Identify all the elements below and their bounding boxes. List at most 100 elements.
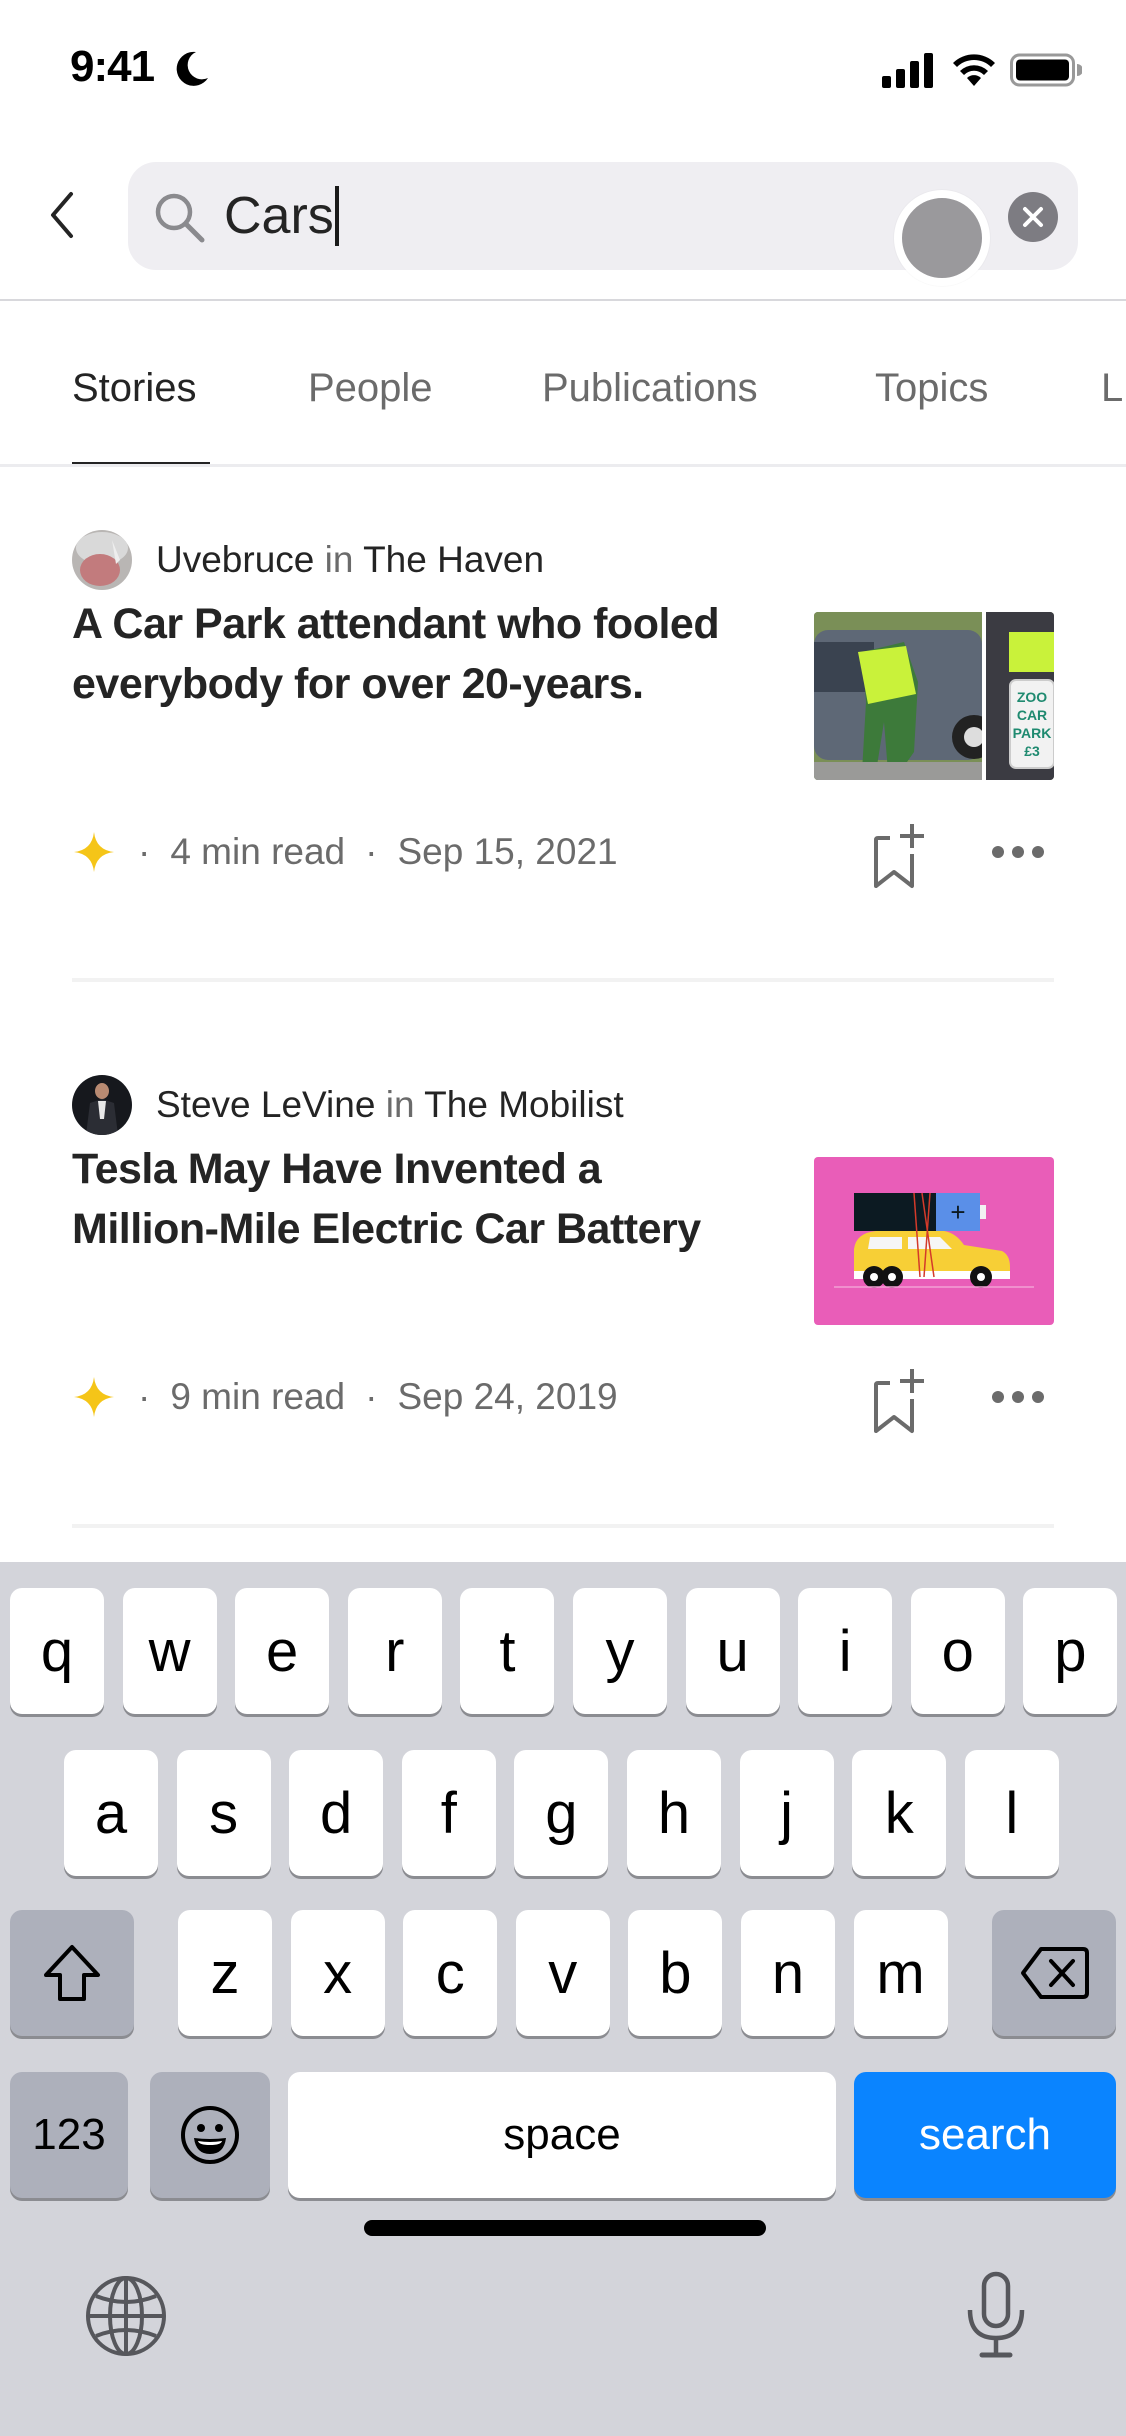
- text-caret: [334, 186, 339, 247]
- key-x[interactable]: x: [290, 1910, 385, 2036]
- back-button[interactable]: [40, 180, 84, 250]
- delete-key[interactable]: [992, 1910, 1116, 2036]
- key-i[interactable]: i: [798, 1588, 893, 1714]
- key-j[interactable]: j: [739, 1750, 834, 1876]
- key-t[interactable]: t: [460, 1588, 555, 1714]
- key-s[interactable]: s: [176, 1750, 271, 1876]
- space-key[interactable]: space: [288, 2072, 836, 2198]
- home-indicator: [364, 2220, 766, 2236]
- magnifier-icon: [155, 193, 205, 243]
- key-r[interactable]: r: [347, 1588, 442, 1714]
- key-g[interactable]: g: [514, 1750, 609, 1876]
- clear-x-icon: [1023, 207, 1043, 227]
- story-title[interactable]: Tesla May Have Invented a Million-Mile E…: [72, 1139, 752, 1259]
- key-w[interactable]: w: [122, 1588, 217, 1714]
- story-byline: Steve LeVine in The Mobilist: [72, 1075, 624, 1135]
- emoji-face-icon: [181, 2106, 239, 2164]
- key-c[interactable]: c: [403, 1910, 498, 2036]
- key-o[interactable]: o: [910, 1588, 1005, 1714]
- tabs-divider: [0, 464, 1126, 467]
- publication-name[interactable]: The Haven: [363, 539, 544, 580]
- author-name[interactable]: Steve LeVine: [156, 1084, 375, 1125]
- byline-text: Steve LeVine in The Mobilist: [156, 1084, 624, 1126]
- story-card[interactable]: Uvebruce in The Haven A Car Park attenda…: [0, 530, 1126, 980]
- publication-name[interactable]: The Mobilist: [424, 1084, 623, 1125]
- key-k[interactable]: k: [852, 1750, 947, 1876]
- battery-plus-symbol: +: [950, 1197, 965, 1227]
- key-u[interactable]: u: [685, 1588, 780, 1714]
- tab-lists[interactable]: L: [1101, 366, 1123, 411]
- status-bar: 9:41: [0, 0, 1126, 140]
- tab-people[interactable]: People: [308, 366, 433, 411]
- key-e[interactable]: e: [235, 1588, 330, 1714]
- thumb-sign-line: ZOO: [1017, 689, 1047, 705]
- author-name[interactable]: Uvebruce: [156, 539, 314, 580]
- key-z[interactable]: z: [178, 1910, 272, 2036]
- story-thumbnail[interactable]: ZOO CAR PARK £3: [814, 612, 1054, 780]
- story-meta: · 9 min read · Sep 24, 2019: [72, 1375, 618, 1419]
- byline-text: Uvebruce in The Haven: [156, 539, 544, 581]
- moon-icon: [176, 51, 208, 86]
- key-h[interactable]: h: [627, 1750, 721, 1876]
- bookmark-add-icon[interactable]: [872, 1365, 932, 1437]
- shift-arrow-icon: [44, 1945, 100, 2001]
- story-meta: · 4 min read · Sep 15, 2021: [72, 830, 618, 874]
- read-time: 9 min read: [170, 1376, 346, 1417]
- story-title[interactable]: A Car Park attendant who fooled everybod…: [72, 594, 752, 714]
- tab-topics[interactable]: Topics: [875, 366, 988, 411]
- search-value[interactable]: Cars: [224, 184, 339, 248]
- story-divider: [72, 1524, 1054, 1528]
- numbers-key[interactable]: 123: [10, 2072, 128, 2198]
- thumb-sign-line: PARK: [1013, 725, 1052, 741]
- publish-date: Sep 15, 2021: [397, 831, 618, 872]
- status-time: 9:41: [70, 42, 155, 91]
- read-time: 4 min read: [170, 831, 346, 872]
- key-q[interactable]: q: [10, 1588, 104, 1714]
- key-v[interactable]: v: [515, 1910, 610, 2036]
- key-b[interactable]: b: [628, 1910, 723, 2036]
- key-a[interactable]: a: [64, 1750, 158, 1876]
- author-avatar[interactable]: [72, 530, 132, 590]
- search-key[interactable]: search: [854, 2072, 1116, 2198]
- microphone-icon[interactable]: [964, 2270, 1028, 2360]
- more-options-icon[interactable]: [990, 1385, 1046, 1409]
- shift-key[interactable]: [10, 1910, 134, 2036]
- key-n[interactable]: n: [741, 1910, 835, 2036]
- cellular-signal-icon: [882, 53, 933, 88]
- more-options-icon[interactable]: [990, 840, 1046, 864]
- story-byline: Uvebruce in The Haven: [72, 530, 544, 590]
- key-m[interactable]: m: [853, 1910, 948, 2036]
- meta-separator: ·: [138, 831, 151, 872]
- battery-icon: [1010, 53, 1082, 87]
- key-f[interactable]: f: [401, 1750, 496, 1876]
- chevron-left-icon: [51, 192, 73, 238]
- tab-stories[interactable]: Stories: [72, 366, 197, 411]
- wifi-icon: [953, 54, 995, 86]
- key-d[interactable]: d: [289, 1750, 384, 1876]
- author-avatar[interactable]: [72, 1075, 132, 1135]
- byline-in: in: [385, 1084, 415, 1125]
- clear-search-button[interactable]: [1008, 192, 1058, 242]
- key-y[interactable]: y: [573, 1588, 667, 1714]
- on-screen-keyboard: qwertyuiop asdfghjkl zxcvbnm 123 space s…: [0, 1562, 1126, 2436]
- emoji-key[interactable]: [150, 2072, 270, 2198]
- meta-separator: ·: [138, 1376, 151, 1417]
- byline-in: in: [324, 539, 354, 580]
- meta-separator: ·: [365, 1376, 378, 1417]
- star-icon: [74, 832, 114, 872]
- tab-publications[interactable]: Publications: [542, 366, 758, 411]
- star-icon: [74, 1377, 114, 1417]
- search-tabs: Stories People Publications Topics L: [0, 300, 1126, 466]
- bookmark-add-icon[interactable]: [872, 820, 932, 892]
- story-thumbnail[interactable]: +: [814, 1157, 1054, 1325]
- globe-icon[interactable]: [84, 2274, 168, 2358]
- key-p[interactable]: p: [1023, 1588, 1118, 1714]
- publish-date: Sep 24, 2019: [397, 1376, 618, 1417]
- search-text: Cars: [224, 187, 334, 245]
- story-divider: [72, 978, 1054, 982]
- thumb-sign-line: CAR: [1017, 707, 1047, 723]
- key-l[interactable]: l: [964, 1750, 1059, 1876]
- story-card[interactable]: Steve LeVine in The Mobilist Tesla May H…: [0, 1075, 1126, 1525]
- backspace-icon: [1021, 1947, 1089, 1999]
- thumb-sign-line: £3: [1024, 743, 1040, 759]
